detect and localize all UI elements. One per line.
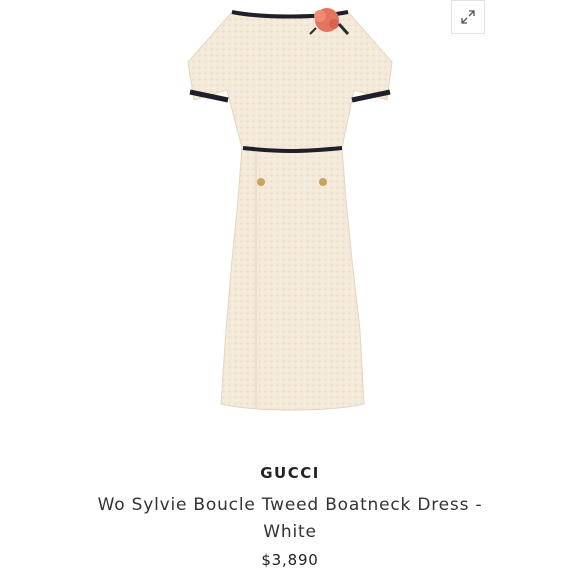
dress-body	[187, 11, 393, 411]
product-image[interactable]	[0, 0, 580, 440]
product-card: GUCCI Wo Sylvie Boucle Tweed Boatneck Dr…	[0, 0, 580, 580]
gold-button-left	[257, 178, 265, 186]
expand-icon	[461, 10, 475, 24]
product-title[interactable]: Wo Sylvie Boucle Tweed Boatneck Dress - …	[90, 492, 490, 546]
product-price: $3,890	[261, 551, 319, 569]
product-brand[interactable]: GUCCI	[0, 464, 580, 482]
expand-image-button[interactable]	[451, 0, 485, 34]
gold-button-right	[319, 178, 327, 186]
